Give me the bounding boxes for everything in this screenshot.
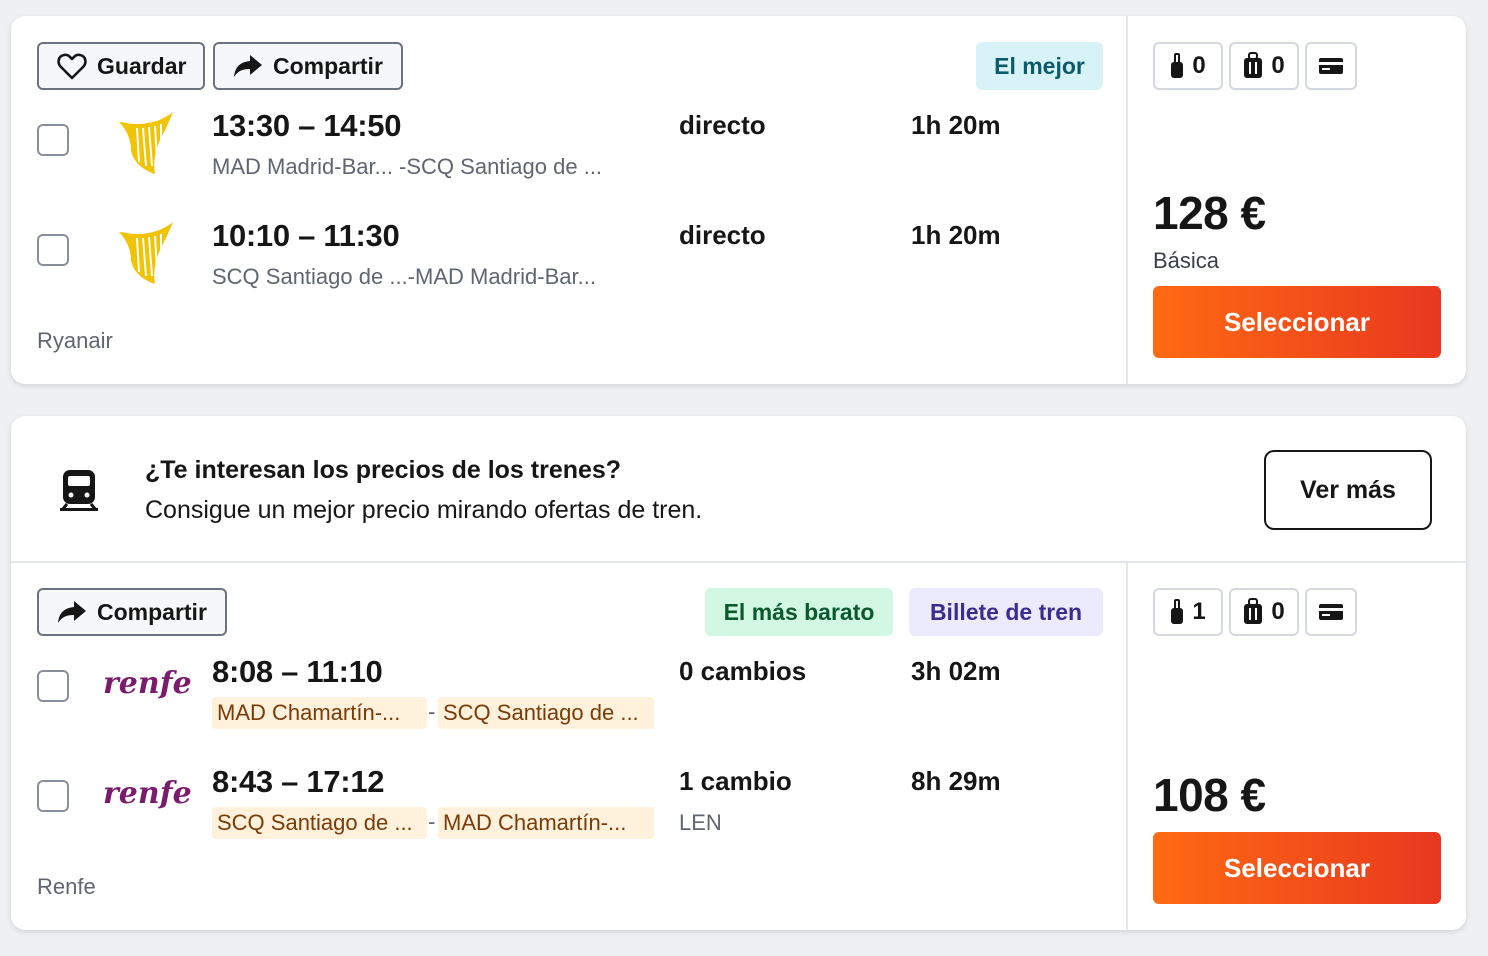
leg-checkbox[interactable]	[37, 234, 69, 266]
share-button[interactable]: Compartir	[213, 42, 403, 90]
carrier-name: Renfe	[37, 874, 96, 899]
see-more-button[interactable]: Ver más	[1264, 450, 1432, 530]
select-button[interactable]: Seleccionar	[1153, 286, 1441, 358]
carry-on-bag-count[interactable]: 0	[1153, 42, 1223, 90]
ryanair-harp-icon	[119, 112, 173, 174]
train-ticket-badge: Billete de tren	[909, 588, 1103, 636]
leg-duration: 8h 29m	[911, 766, 1001, 796]
credit-card-icon	[1319, 58, 1343, 74]
leg-stops: directo	[679, 110, 766, 140]
card-divider	[1126, 16, 1128, 384]
carry-on-count: 1	[1192, 598, 1206, 625]
share-label: Compartir	[273, 52, 383, 79]
leg-times: 8:08 – 11:10	[212, 654, 383, 689]
share-label: Compartir	[97, 598, 207, 625]
card-divider	[1126, 563, 1128, 930]
carrier-name: Ryanair	[37, 328, 113, 353]
leg-checkbox[interactable]	[37, 124, 69, 156]
save-label: Guardar	[97, 52, 187, 79]
connection-station: LEN	[679, 810, 722, 835]
checked-bag-count[interactable]: 0	[1229, 42, 1299, 90]
promo-subtitle: Consigue un mejor precio mirando ofertas…	[145, 496, 703, 524]
checked-bag-count[interactable]: 0	[1229, 588, 1299, 636]
leg-duration: 1h 20m	[911, 220, 1001, 250]
share-arrow-icon	[234, 55, 262, 77]
leg-duration: 1h 20m	[911, 110, 1001, 140]
origin-station: SCQ Santiago de ...	[212, 807, 427, 839]
leg-duration: 3h 02m	[911, 656, 1001, 686]
checked-count: 0	[1271, 598, 1285, 625]
carry-on-bag-icon	[1171, 53, 1184, 78]
leg-times: 13:30 – 14:50	[212, 108, 402, 143]
credit-card-icon	[1319, 604, 1343, 620]
leg-times: 10:10 – 11:30	[212, 218, 400, 253]
leg-times: 8:43 – 17:12	[212, 764, 385, 799]
train-result-card: ¿Te interesan los precios de los trenes?…	[11, 416, 1466, 930]
leg-route: MAD Madrid-Bar... -SCQ Santiago de ...	[212, 154, 603, 179]
route-separator: -	[428, 699, 436, 724]
ryanair-harp-icon	[119, 222, 173, 284]
leg-checkbox[interactable]	[37, 780, 69, 812]
payment-card-button[interactable]	[1305, 588, 1357, 636]
route-separator: -	[428, 809, 436, 834]
train-icon	[60, 470, 98, 511]
price: 108 €	[1153, 769, 1266, 821]
fare-type: Básica	[1153, 248, 1220, 273]
heart-icon	[57, 53, 87, 80]
renfe-logo: renfe	[103, 666, 192, 701]
leg-stops: 0 cambios	[679, 656, 807, 686]
destination-station: MAD Chamartín-...	[438, 807, 654, 839]
select-button[interactable]: Seleccionar	[1153, 832, 1441, 904]
checked-bag-icon	[1244, 52, 1263, 78]
carry-on-bag-count[interactable]: 1	[1153, 588, 1223, 636]
leg-stops: directo	[679, 220, 766, 250]
best-badge: El mejor	[976, 42, 1103, 90]
share-arrow-icon	[58, 601, 86, 623]
leg-route: SCQ Santiago de ...-MAD Madrid-Bar...	[212, 264, 596, 289]
flight-result-card: Guardar Compartir El mejor 13:30 – 14:50…	[11, 16, 1466, 384]
leg-checkbox[interactable]	[37, 670, 69, 702]
renfe-logo: renfe	[103, 776, 192, 811]
carry-on-count: 0	[1192, 52, 1206, 79]
save-button[interactable]: Guardar	[37, 42, 205, 90]
payment-card-button[interactable]	[1305, 42, 1357, 90]
checked-count: 0	[1271, 52, 1285, 79]
origin-station: MAD Chamartín-...	[212, 697, 427, 729]
leg-stops: 1 cambio	[679, 766, 792, 796]
promo-title: ¿Te interesan los precios de los trenes?	[145, 456, 622, 484]
checked-bag-icon	[1244, 598, 1263, 624]
destination-station: SCQ Santiago de ...	[438, 697, 654, 729]
carry-on-bag-icon	[1171, 599, 1184, 624]
share-button[interactable]: Compartir	[37, 588, 227, 636]
cheapest-badge: El más barato	[705, 588, 893, 636]
section-divider	[11, 561, 1466, 563]
price: 128 €	[1153, 187, 1266, 239]
